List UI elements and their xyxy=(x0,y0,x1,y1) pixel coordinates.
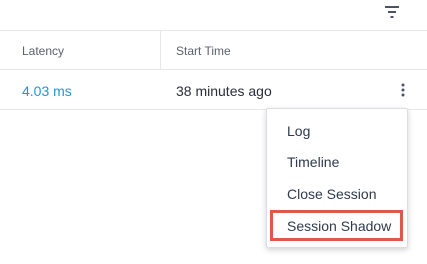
menu-item-log[interactable]: Log xyxy=(287,123,310,139)
start-time-value: 38 minutes ago xyxy=(176,83,272,99)
column-header-latency[interactable]: Latency xyxy=(22,44,64,58)
table-row: 4.03 ms 38 minutes ago xyxy=(0,70,427,110)
filter-icon[interactable] xyxy=(383,4,401,20)
table-header: Latency Start Time xyxy=(0,30,427,70)
row-context-menu: Log Timeline Close Session Session Shado… xyxy=(266,108,408,248)
kebab-vertical-icon[interactable] xyxy=(396,82,410,98)
menu-item-close-session[interactable]: Close Session xyxy=(287,186,377,202)
sessions-panel: Latency Start Time 4.03 ms 38 minutes ag… xyxy=(0,0,427,264)
menu-item-session-shadow[interactable]: Session Shadow xyxy=(287,218,391,234)
column-header-start-time[interactable]: Start Time xyxy=(176,44,231,58)
latency-value[interactable]: 4.03 ms xyxy=(22,83,72,99)
menu-item-timeline[interactable]: Timeline xyxy=(287,154,339,170)
column-divider xyxy=(160,31,161,69)
